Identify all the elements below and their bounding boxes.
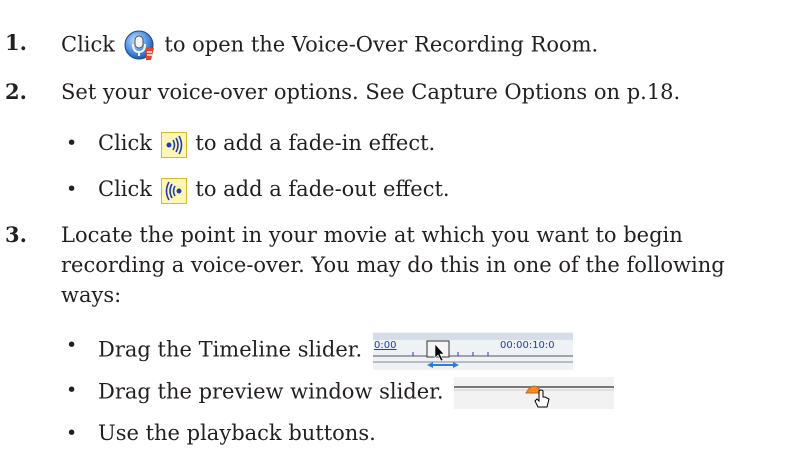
step-number: 1. (5, 30, 27, 55)
step-text-after: to open the Voice-Over Recording Room. (164, 32, 599, 57)
bullet-text: Click to add a fade-out effect. (98, 176, 450, 204)
step-text-line: recording a voice-over. You may do this … (61, 253, 725, 277)
step-text-line: Locate the point in your movie at which … (61, 223, 683, 247)
step-text-before: Click (61, 32, 115, 57)
timeline-slider-icon: 0:00 00:00:10:0 (372, 332, 573, 370)
timeline-end-label: 00:00:10:0 (500, 340, 555, 351)
step-number: 3. (5, 222, 27, 247)
bullet-text: Use the playback buttons. (98, 421, 376, 445)
bullet-text-after: to add a fade-out effect. (195, 177, 450, 201)
bullet-text: Drag the Timeline slider. 0:00 00:00:10:… (98, 332, 575, 370)
bullet-dot: • (66, 178, 78, 200)
bullet-text-main: Drag the preview window slider. (98, 379, 444, 404)
step-text: Set your voice-over options. See Capture… (61, 80, 681, 104)
step-text: Click to open the Voice-Over Recording R… (61, 30, 598, 62)
bullet-text-after: to add a fade-in effect. (195, 131, 436, 155)
step-number: 2. (5, 79, 27, 104)
fade-out-icon (160, 177, 187, 204)
bullet-dot: • (66, 422, 78, 444)
bullet-text-main: Drag the Timeline slider. (98, 337, 363, 362)
bullet-text: Click to add a fade-in effect. (98, 130, 435, 158)
bullet-dot: • (66, 379, 78, 401)
bullet-dot: • (66, 132, 78, 154)
bullet-dot: • (66, 334, 78, 356)
bullet-text-before: Click (98, 177, 152, 201)
fade-in-icon (160, 131, 187, 158)
step-text-line: ways: (61, 283, 122, 307)
bullet-text-before: Click (98, 131, 152, 155)
timeline-start-label: 0:00 (374, 340, 396, 351)
preview-slider-icon (454, 377, 615, 409)
voice-over-microphone-icon (124, 30, 156, 62)
document-page: 1. Click to open the Voice-Over Recordin… (0, 0, 810, 468)
bullet-text: Drag the preview window slider. (98, 377, 616, 409)
